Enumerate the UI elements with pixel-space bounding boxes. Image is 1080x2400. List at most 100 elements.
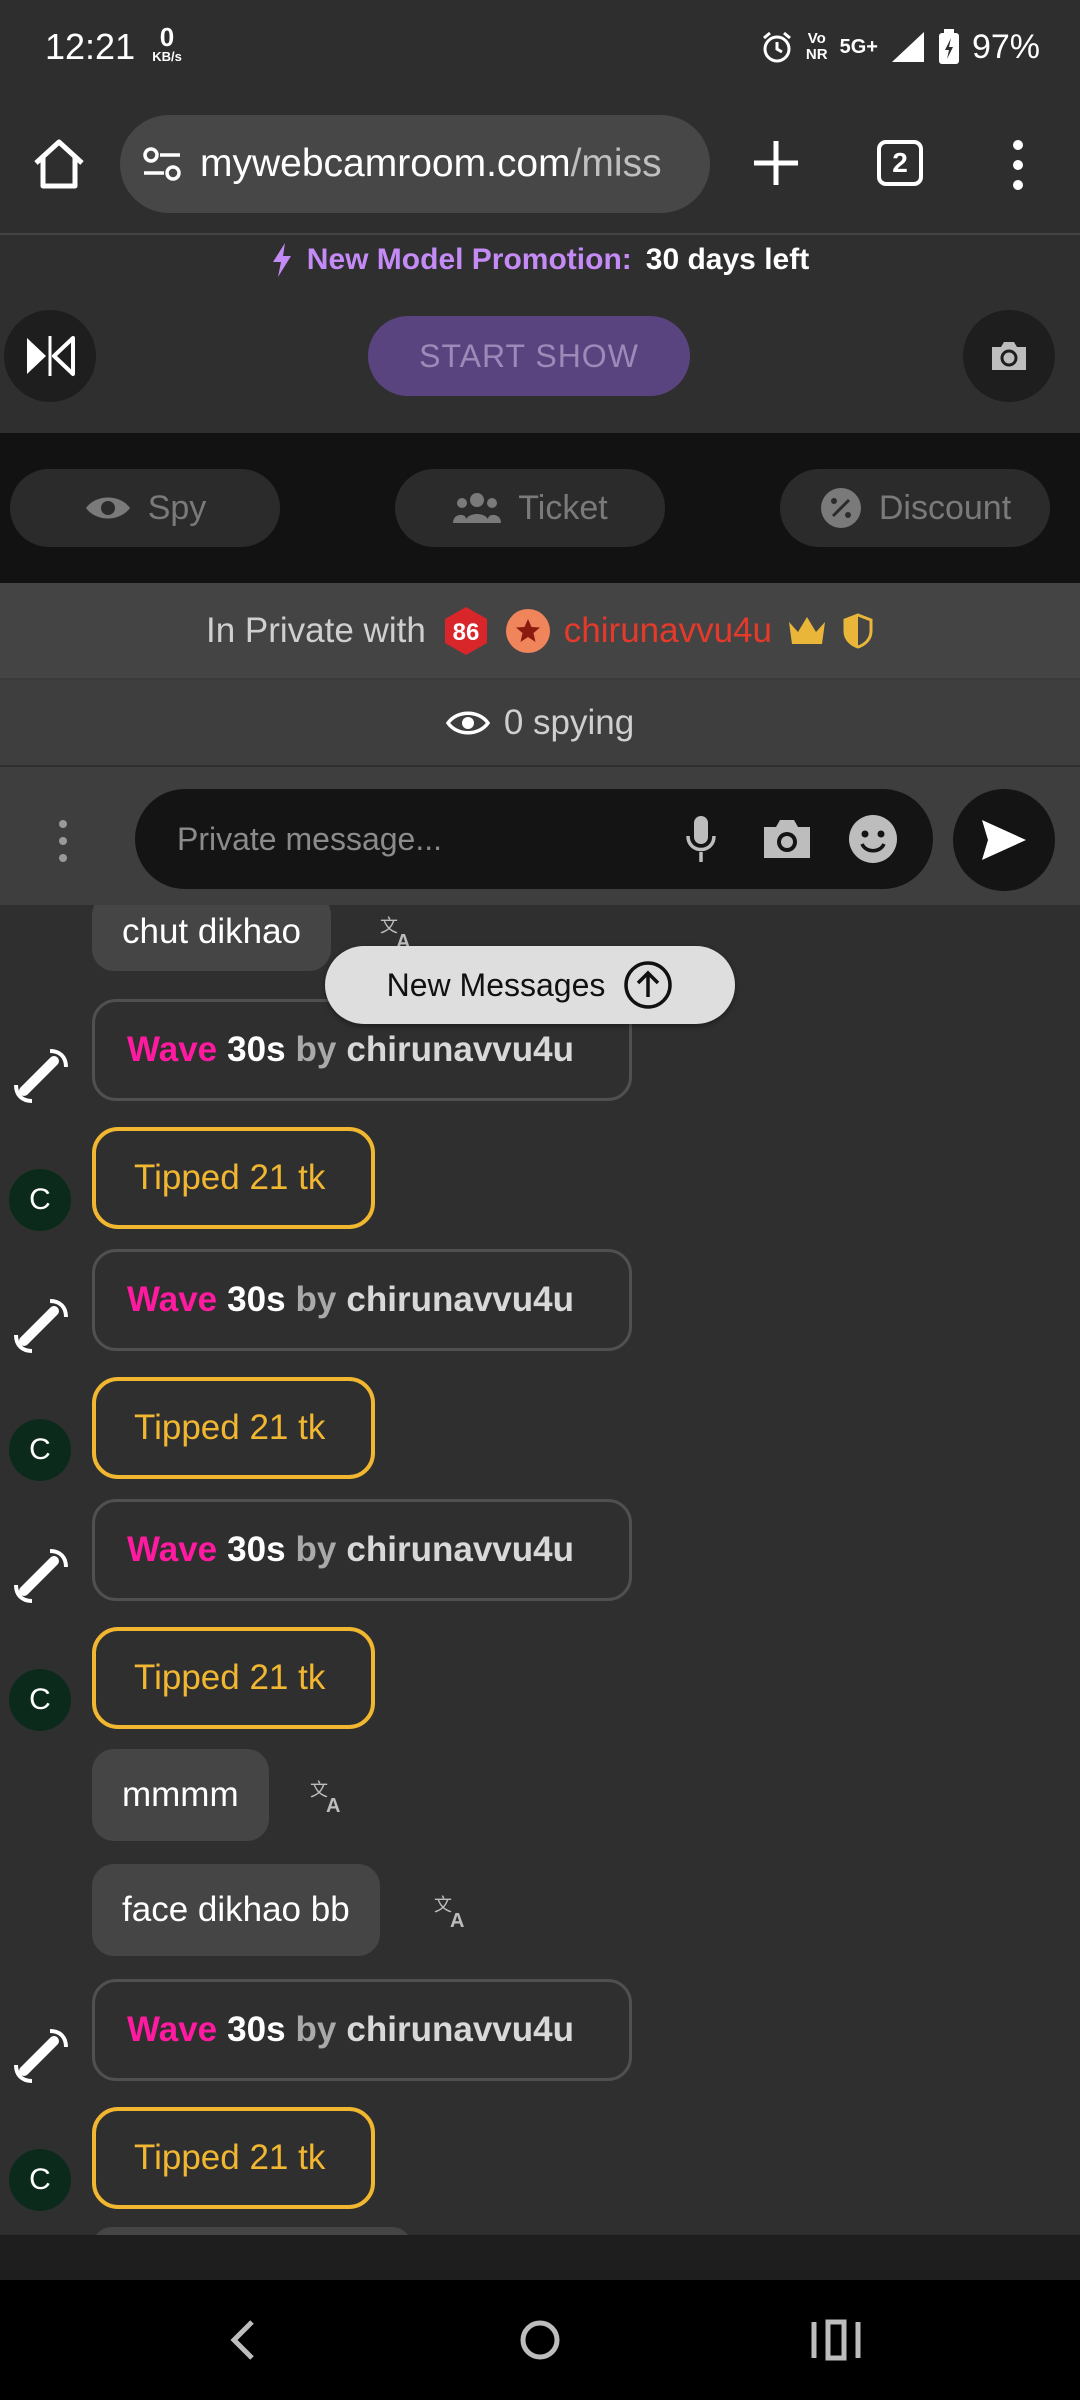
chat-messages[interactable]: chut dikhao 文 A Wave 30s by chirunavvu4u… [0, 905, 1080, 2235]
avatar[interactable]: C [9, 1669, 71, 1731]
private-message-input[interactable]: Private message... [135, 789, 933, 889]
chat-message: face dikhao bb [92, 1864, 380, 1956]
promotion-value: 30 days left [645, 243, 810, 276]
network-speed-unit: KB/s [152, 49, 182, 64]
wave-by: by [295, 1030, 337, 1069]
system-navigation-bar [0, 2280, 1080, 2400]
options-icon[interactable] [56, 817, 70, 865]
chat-message: chut dikhao [92, 905, 332, 971]
wave-user: chirunavvu4u [346, 1030, 574, 1069]
group-icon [453, 493, 502, 523]
browser-menu-icon[interactable] [1003, 135, 1033, 195]
battery-icon [938, 29, 959, 64]
network-speed-value: 0 [159, 22, 175, 52]
microphone-icon [686, 816, 716, 862]
discount-label: Discount [878, 488, 1012, 527]
chat-message-partial [92, 2227, 412, 2235]
status-bar: 12:21 0 KB/s Vo NR 5G+ 97% [0, 0, 1080, 95]
spy-mode-button[interactable]: Spy [10, 469, 280, 547]
level-value: 86 [452, 619, 479, 646]
back-icon[interactable] [214, 2310, 274, 2370]
ticket-mode-button[interactable]: Ticket [395, 469, 665, 547]
wave-user: chirunavvu4u [346, 1530, 574, 1569]
network-type: 5G+ [839, 36, 878, 58]
eye-icon [445, 711, 490, 734]
status-icons: Vo NR 5G+ 97% [760, 22, 1040, 72]
wave-duration: 30s [227, 1530, 286, 1569]
home-icon[interactable] [28, 133, 90, 195]
message-composer: Private message... [0, 767, 1080, 905]
wave-event: Wave 30s by chirunavvu4u [92, 1499, 632, 1601]
volte-label: Vo [807, 30, 826, 47]
svg-text:A: A [326, 1795, 340, 1816]
wave-label: Wave [127, 1030, 218, 1069]
private-session-bar: In Private with 86 chirunavvu4u [0, 583, 1080, 680]
microphone-button[interactable] [675, 813, 727, 865]
avatar[interactable]: C [9, 1169, 71, 1231]
star-icon [515, 618, 540, 642]
translate-icon[interactable]: 文 A [432, 1891, 472, 1931]
new-messages-label: New Messages [386, 966, 606, 1003]
site-settings-icon[interactable] [140, 142, 184, 186]
wave-user: chirunavvu4u [346, 2010, 574, 2049]
send-icon [982, 820, 1026, 860]
wave-vibration-icon [14, 1549, 68, 1603]
lightning-icon [272, 243, 291, 277]
nr-label: NR [805, 46, 828, 63]
new-messages-button[interactable]: New Messages [325, 946, 735, 1024]
switch-camera-button[interactable] [963, 310, 1055, 402]
signal-icon [891, 32, 924, 62]
avatar[interactable]: C [9, 2149, 71, 2211]
spy-count-bar: 0 spying [0, 680, 1080, 765]
wave-duration: 30s [227, 1030, 286, 1069]
discount-mode-button[interactable]: Discount [780, 469, 1050, 547]
url-text: mywebcamroom.com/miss [200, 142, 662, 186]
start-show-button[interactable]: START SHOW [368, 316, 690, 396]
address-bar[interactable]: mywebcamroom.com/miss [120, 115, 710, 213]
tip-event: Tipped 21 tk [92, 1127, 375, 1229]
spy-count: 0 spying [503, 702, 635, 742]
browser-toolbar: mywebcamroom.com/miss 2 [0, 95, 1080, 235]
wave-by: by [295, 1280, 337, 1319]
eye-icon [85, 497, 130, 519]
svg-text:A: A [450, 1910, 464, 1931]
avatar[interactable]: C [9, 1419, 71, 1481]
wave-vibration-icon [14, 1049, 68, 1103]
wave-user: chirunavvu4u [346, 1280, 574, 1319]
wave-by: by [295, 1530, 337, 1569]
level-badge: 86 [444, 606, 487, 655]
translate-icon[interactable]: 文 A [308, 1776, 348, 1816]
network-speed: 0 KB/s [145, 24, 189, 63]
private-label: In Private with [205, 610, 426, 650]
wave-by: by [295, 2010, 337, 2049]
url-path: /miss [570, 142, 662, 185]
flip-video-button[interactable] [4, 310, 96, 402]
wave-label: Wave [127, 1530, 218, 1569]
wave-label: Wave [127, 1280, 218, 1319]
wave-duration: 30s [227, 1280, 286, 1319]
status-time: 12:21 [45, 26, 136, 67]
crown-icon [789, 616, 825, 644]
tip-event: Tipped 21 tk [92, 1377, 375, 1479]
spy-label: Spy [147, 488, 207, 527]
tab-switcher-button[interactable]: 2 [877, 140, 923, 186]
emoji-button[interactable] [847, 813, 899, 865]
new-tab-icon[interactable] [748, 135, 804, 191]
wave-duration: 30s [227, 2010, 286, 2049]
wave-event: Wave 30s by chirunavvu4u [92, 1249, 632, 1351]
flip-icon [27, 336, 75, 376]
wave-event: Wave 30s by chirunavvu4u [92, 1979, 632, 2081]
recents-icon[interactable] [806, 2310, 866, 2370]
private-username[interactable]: chirunavvu4u [564, 611, 772, 651]
shield-icon [843, 612, 873, 649]
camera-button[interactable] [761, 813, 813, 865]
broadcast-controls: START SHOW [0, 290, 1080, 430]
tip-event: Tipped 21 tk [92, 2107, 375, 2209]
show-modes-bar: Spy Ticket Discount [0, 433, 1080, 583]
volte-indicator: Vo NR [806, 31, 828, 63]
promotion-label: New Model Promotion: [306, 243, 632, 276]
alarm-icon [762, 31, 791, 63]
send-button[interactable] [953, 789, 1055, 891]
home-nav-icon[interactable] [510, 2310, 570, 2370]
camera-icon [764, 820, 810, 858]
